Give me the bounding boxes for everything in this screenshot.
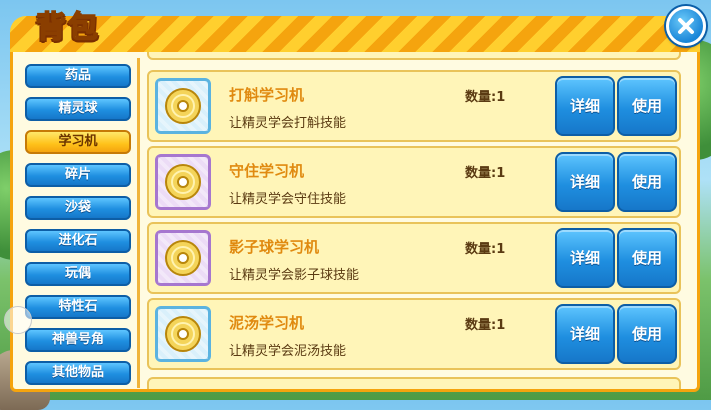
item-quantity: 数量:1 xyxy=(465,166,506,181)
item-name: 影子球学习机 xyxy=(229,238,320,256)
disc-icon xyxy=(165,164,201,200)
item-name: 守住学习机 xyxy=(229,162,305,180)
window-title: 背包 xyxy=(35,9,100,46)
list-item: 打斛学习机 让精灵学会打斛技能 数量:1 详细 使用 xyxy=(147,70,681,142)
list-item: 守住学习机 让精灵学会守住技能 数量:1 详细 使用 xyxy=(147,146,681,218)
tab-fragments[interactable]: 碎片 xyxy=(25,163,131,187)
list-item: 影子球学习机 让精灵学会影子球技能 数量:1 详细 使用 xyxy=(147,222,681,294)
tab-learning-machine[interactable]: 学习机 xyxy=(25,130,131,154)
list-item-partial xyxy=(147,377,681,389)
bag-panel: 药品 精灵球 学习机 碎片 沙袋 进化石 玩偶 特性石 神兽号角 其他物品 打斛… xyxy=(10,52,700,392)
close-icon xyxy=(678,18,694,34)
tab-evolution-stone[interactable]: 进化石 xyxy=(25,229,131,253)
bag-window: 背包 药品 精灵球 学习机 碎片 沙袋 进化石 玩偶 特性石 神兽号角 其他物品 xyxy=(10,6,706,392)
item-name: 泥汤学习机 xyxy=(229,314,305,332)
tab-other-items[interactable]: 其他物品 xyxy=(25,361,131,385)
tab-legendary-horn[interactable]: 神兽号角 xyxy=(25,328,131,352)
tab-pokeball[interactable]: 精灵球 xyxy=(25,97,131,121)
list-item: 泥汤学习机 让精灵学会泥汤技能 数量:1 详细 使用 xyxy=(147,298,681,370)
disc-icon xyxy=(165,240,201,276)
detail-button[interactable]: 详细 xyxy=(555,76,615,136)
item-quantity: 数量:1 xyxy=(465,90,506,105)
item-description: 让精灵学会守住技能 xyxy=(229,192,347,207)
item-icon-frame xyxy=(155,306,211,362)
category-sidebar: 药品 精灵球 学习机 碎片 沙袋 进化石 玩偶 特性石 神兽号角 其他物品 xyxy=(19,58,140,388)
tab-ability-stone[interactable]: 特性石 xyxy=(25,295,131,319)
item-quantity: 数量:1 xyxy=(465,318,506,333)
disc-icon xyxy=(165,88,201,124)
tab-doll[interactable]: 玩偶 xyxy=(25,262,131,286)
detail-button[interactable]: 详细 xyxy=(555,304,615,364)
item-description: 让精灵学会影子球技能 xyxy=(229,268,360,283)
item-quantity: 数量:1 xyxy=(465,242,506,257)
use-button[interactable]: 使用 xyxy=(617,228,677,288)
tab-sandbag[interactable]: 沙袋 xyxy=(25,196,131,220)
item-icon-frame xyxy=(155,154,211,210)
item-list[interactable]: 打斛学习机 让精灵学会打斛技能 数量:1 详细 使用 守住学习机 让精灵学会守住… xyxy=(147,52,687,389)
item-name: 打斛学习机 xyxy=(229,86,305,104)
item-icon-frame xyxy=(155,78,211,134)
tab-medicine[interactable]: 药品 xyxy=(25,64,131,88)
detail-button[interactable]: 详细 xyxy=(555,152,615,212)
detail-button[interactable]: 详细 xyxy=(555,228,615,288)
use-button[interactable]: 使用 xyxy=(617,152,677,212)
list-item-partial xyxy=(147,52,681,60)
use-button[interactable]: 使用 xyxy=(617,76,677,136)
item-icon-frame xyxy=(155,230,211,286)
item-description: 让精灵学会打斛技能 xyxy=(229,116,347,131)
floating-assist-icon[interactable] xyxy=(4,306,32,334)
disc-icon xyxy=(165,316,201,352)
close-button[interactable] xyxy=(666,6,706,46)
item-description: 让精灵学会泥汤技能 xyxy=(229,344,347,359)
use-button[interactable]: 使用 xyxy=(617,304,677,364)
